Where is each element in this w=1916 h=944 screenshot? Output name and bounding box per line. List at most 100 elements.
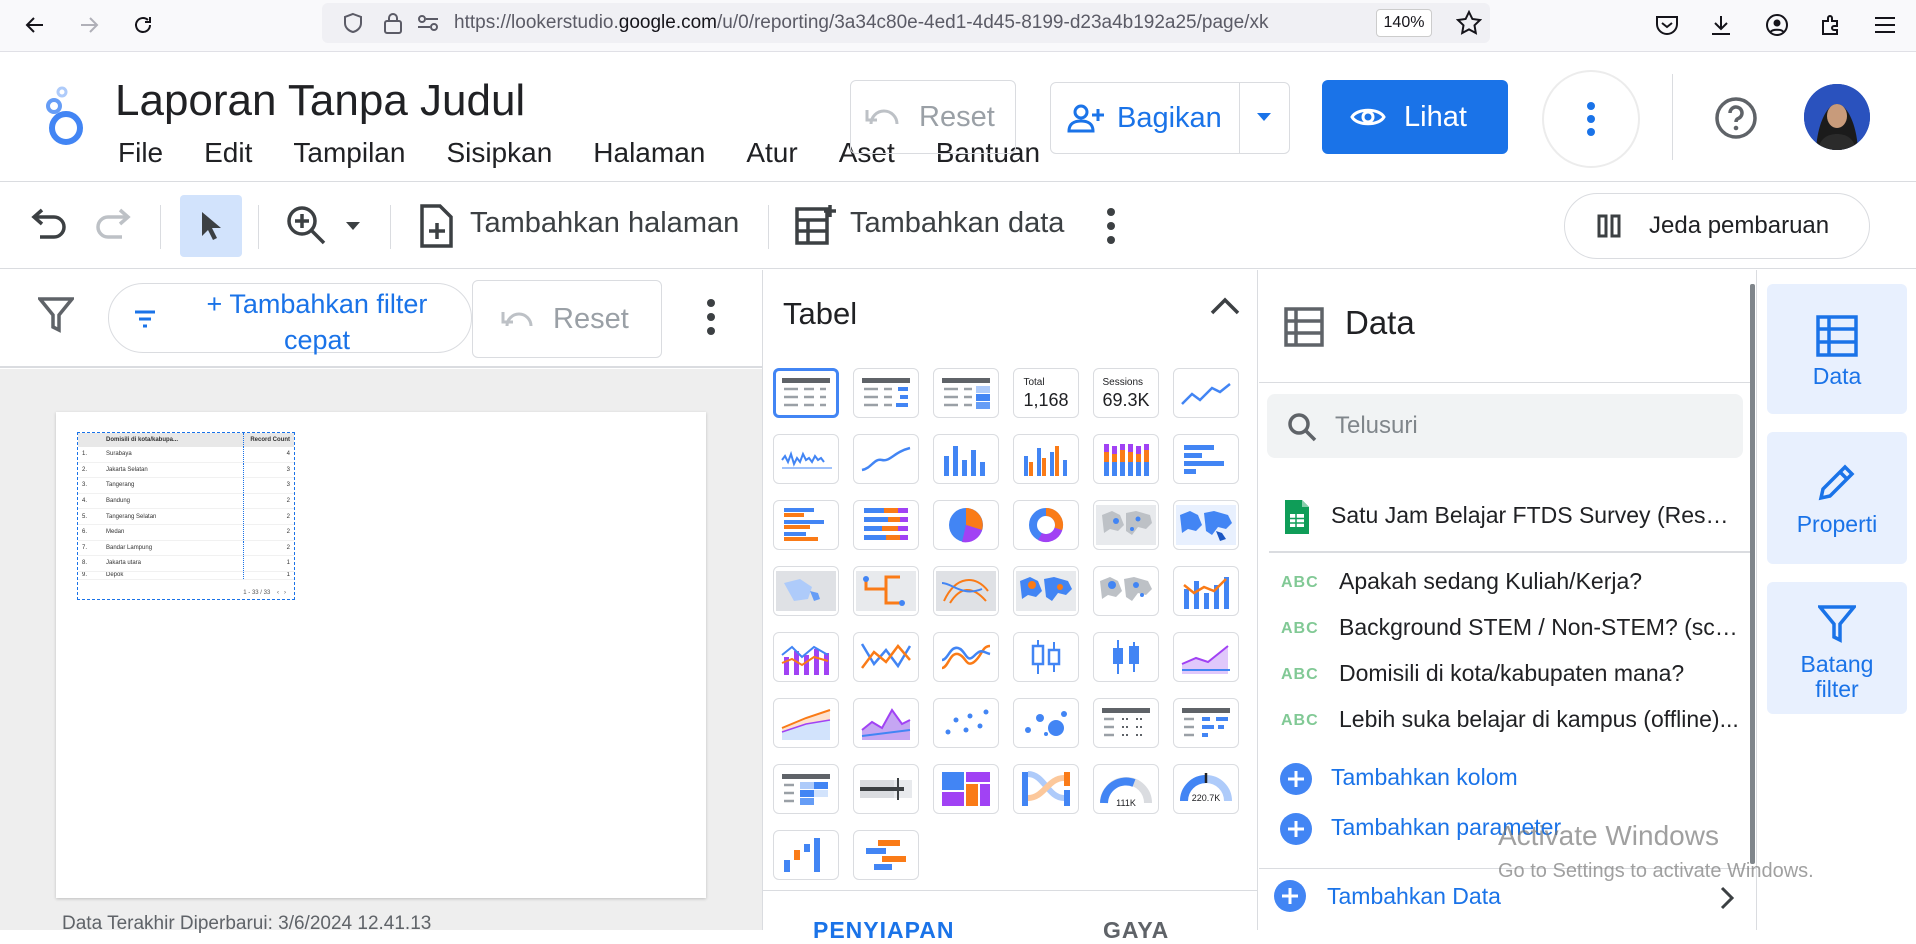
tab-setup[interactable]: PENYIAPAN — [813, 917, 955, 944]
help-icon[interactable] — [1714, 96, 1758, 140]
filterbar-more-icon[interactable] — [706, 298, 716, 336]
chevron-right-icon[interactable] — [1719, 885, 1735, 911]
chart-table-heatmap-icon[interactable] — [933, 368, 999, 418]
chart-pie-icon[interactable] — [933, 500, 999, 550]
chart-bullet-icon[interactable] — [853, 764, 919, 814]
chart-smooth-timeseries-icon[interactable] — [853, 434, 919, 484]
share-button[interactable]: Bagikan — [1050, 82, 1290, 154]
side-tab-properties[interactable]: Properti — [1767, 432, 1907, 564]
chart-geo-map-icon[interactable] — [1173, 500, 1239, 550]
reset-filter-button[interactable]: Reset — [472, 280, 662, 358]
reload-icon[interactable] — [124, 6, 162, 44]
zoom-icon[interactable] — [284, 203, 328, 247]
table-header-metric[interactable]: Record Count — [244, 437, 294, 443]
filter-icon[interactable] — [38, 296, 74, 334]
share-dropdown-icon[interactable] — [1255, 111, 1273, 123]
chart-stacked-bar-icon[interactable] — [853, 500, 919, 550]
chart-area-icon[interactable] — [1173, 632, 1239, 682]
menu-edit[interactable]: Edit — [204, 137, 252, 169]
menu-file[interactable]: File — [118, 137, 163, 169]
menu-view[interactable]: Tampilan — [293, 137, 405, 169]
add-page-button[interactable]: Tambahkan halaman — [470, 207, 739, 240]
field-item[interactable]: ABC Lebih suka belajar di kampus (offlin… — [1281, 702, 1741, 742]
menu-page[interactable]: Halaman — [593, 137, 705, 169]
pause-updates-button[interactable]: Jeda pembaruan — [1564, 193, 1870, 259]
chart-ohlc-icon[interactable] — [1093, 632, 1159, 682]
menu-arrange[interactable]: Atur — [746, 137, 797, 169]
chart-timeline-icon[interactable] — [853, 830, 919, 880]
more-options-icon[interactable] — [1542, 70, 1640, 168]
reset-button[interactable]: Reset — [850, 80, 1016, 154]
undo-icon[interactable] — [28, 207, 68, 243]
chart-table-icon[interactable] — [773, 368, 839, 418]
chart-treemap-icon[interactable] — [933, 764, 999, 814]
add-field-button[interactable]: Tambahkan kolom — [1279, 758, 1739, 798]
chart-bubble-map-icon[interactable] — [1093, 566, 1159, 616]
account-icon[interactable] — [1758, 6, 1796, 44]
user-avatar[interactable] — [1804, 84, 1870, 150]
chart-bar-icon[interactable] — [1173, 434, 1239, 484]
tracking-shield-icon[interactable] — [342, 12, 364, 34]
chart-timeseries-icon[interactable] — [773, 434, 839, 484]
hamburger-menu-icon[interactable] — [1866, 6, 1904, 44]
lock-icon[interactable] — [382, 11, 404, 35]
chart-stacked-column-icon[interactable] — [1093, 434, 1159, 484]
chart-donut-icon[interactable] — [1013, 500, 1079, 550]
chart-scorecard-compact-icon[interactable]: Sessions 69.3K — [1093, 368, 1159, 418]
chart-percent-area-icon[interactable] — [853, 698, 919, 748]
data-panel-scrollbar[interactable] — [1750, 284, 1755, 864]
table-pagination[interactable]: 1 - 33 / 33 ‹ › — [243, 590, 286, 596]
chart-line-map-icon[interactable] — [853, 566, 919, 616]
chart-stacked-area-icon[interactable] — [773, 698, 839, 748]
table-chart[interactable]: Domisili di kota/kabupa... Record Count … — [77, 432, 295, 600]
chart-grouped-column-icon[interactable] — [1013, 434, 1079, 484]
chart-heatmap-map-icon[interactable] — [1013, 566, 1079, 616]
report-canvas[interactable]: Domisili di kota/kabupa... Record Count … — [0, 369, 762, 934]
chart-combo-icon[interactable] — [1173, 566, 1239, 616]
add-page-icon[interactable] — [418, 203, 454, 249]
report-page[interactable]: Domisili di kota/kabupa... Record Count … — [56, 412, 706, 898]
data-source-item[interactable]: Satu Jam Belajar FTDS Survey (Respo... — [1281, 498, 1741, 538]
chart-candlestick-icon[interactable] — [1013, 632, 1079, 682]
toolbar-more-icon[interactable] — [1106, 207, 1116, 245]
chart-waterfall-icon[interactable] — [773, 830, 839, 880]
chart-pivot-table-icon[interactable] — [1093, 698, 1159, 748]
bookmark-star-icon[interactable] — [1456, 10, 1482, 36]
address-bar[interactable]: https://lookerstudio.google.com/u/0/repo… — [322, 3, 1490, 43]
chart-bubble-icon[interactable] — [1013, 698, 1079, 748]
tab-style[interactable]: GAYA — [1103, 917, 1169, 944]
chart-gauge-icon[interactable]: 111K — [1093, 764, 1159, 814]
field-search-input[interactable]: Telusuri — [1267, 394, 1743, 458]
chart-filled-map-icon[interactable] — [773, 566, 839, 616]
side-tab-data[interactable]: Data — [1767, 284, 1907, 414]
zoom-level[interactable]: 140% — [1376, 9, 1432, 37]
chart-line-icon[interactable] — [853, 632, 919, 682]
pocket-icon[interactable] — [1648, 6, 1686, 44]
table-header-dimension[interactable]: Domisili di kota/kabupa... — [104, 433, 244, 447]
add-data-button[interactable]: Tambahkan data — [850, 207, 1064, 240]
redo-icon[interactable] — [94, 207, 134, 243]
field-item[interactable]: ABC Background STEM / Non-STEM? (scie... — [1281, 610, 1741, 650]
chevron-up-icon[interactable] — [1209, 296, 1241, 316]
zoom-dropdown-icon[interactable] — [344, 220, 362, 232]
field-item[interactable]: ABC Domisili di kota/kabupaten mana? — [1281, 656, 1741, 696]
chart-sparkline-icon[interactable] — [1173, 368, 1239, 418]
menu-insert[interactable]: Sisipkan — [446, 137, 552, 169]
chart-table-bars-icon[interactable] — [853, 368, 919, 418]
forward-icon[interactable] — [70, 6, 108, 44]
report-title[interactable]: Laporan Tanpa Judul — [115, 76, 525, 126]
chart-grouped-bar-icon[interactable] — [773, 500, 839, 550]
chart-smoothed-line-icon[interactable] — [933, 632, 999, 682]
download-icon[interactable] — [1702, 6, 1740, 44]
chart-sankey-icon[interactable] — [1013, 764, 1079, 814]
permissions-icon[interactable] — [416, 12, 440, 34]
chart-pivot-table-bars-icon[interactable] — [1173, 698, 1239, 748]
chart-pivot-heatmap-icon[interactable] — [773, 764, 839, 814]
field-item[interactable]: ABC Apakah sedang Kuliah/Kerja? — [1281, 564, 1741, 604]
back-icon[interactable] — [16, 6, 54, 44]
extensions-icon[interactable] — [1812, 6, 1850, 44]
side-tab-filter-bar[interactable]: Batang filter — [1767, 582, 1907, 714]
select-tool-icon[interactable] — [180, 195, 242, 257]
add-quick-filter-button[interactable]: + Tambahkan filter cepat — [108, 283, 472, 355]
looker-studio-logo[interactable] — [44, 86, 84, 148]
